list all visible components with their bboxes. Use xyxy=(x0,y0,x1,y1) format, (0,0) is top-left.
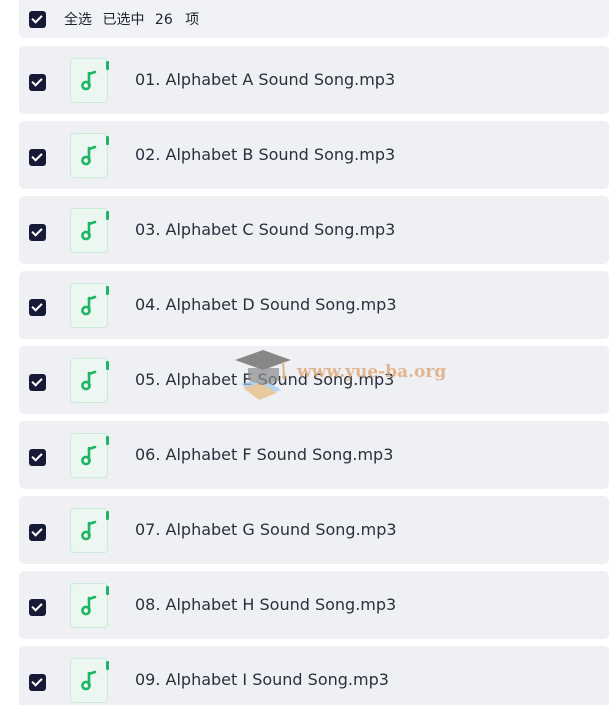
music-file-icon xyxy=(70,433,109,478)
file-checkbox[interactable] xyxy=(29,374,46,391)
select-all-label[interactable]: 全选 xyxy=(64,12,92,28)
file-name[interactable]: 01. Alphabet A Sound Song.mp3 xyxy=(135,70,395,89)
music-file-icon xyxy=(70,658,109,703)
file-row[interactable]: 07. Alphabet G Sound Song.mp3 xyxy=(19,496,609,564)
file-row[interactable]: 04. Alphabet D Sound Song.mp3 xyxy=(19,271,609,339)
file-name[interactable]: 04. Alphabet D Sound Song.mp3 xyxy=(135,295,397,314)
music-file-icon xyxy=(70,508,109,553)
file-name[interactable]: 08. Alphabet H Sound Song.mp3 xyxy=(135,595,396,614)
file-name[interactable]: 09. Alphabet I Sound Song.mp3 xyxy=(135,670,389,689)
music-file-icon xyxy=(70,283,109,328)
file-name[interactable]: 02. Alphabet B Sound Song.mp3 xyxy=(135,145,395,164)
file-checkbox[interactable] xyxy=(29,674,46,691)
music-file-icon xyxy=(70,358,109,403)
file-checkbox[interactable] xyxy=(29,599,46,616)
file-row[interactable]: 08. Alphabet H Sound Song.mp3 xyxy=(19,571,609,639)
file-row[interactable]: 02. Alphabet B Sound Song.mp3 xyxy=(19,121,609,189)
file-checkbox[interactable] xyxy=(29,224,46,241)
file-checkbox[interactable] xyxy=(29,524,46,541)
file-name[interactable]: 06. Alphabet F Sound Song.mp3 xyxy=(135,445,393,464)
file-row[interactable]: 01. Alphabet A Sound Song.mp3 xyxy=(19,46,609,114)
file-name[interactable]: 07. Alphabet G Sound Song.mp3 xyxy=(135,520,397,539)
file-name[interactable]: 03. Alphabet C Sound Song.mp3 xyxy=(135,220,395,239)
selected-count: 26 xyxy=(154,12,173,28)
selection-header: 全选 已选中 26 项 xyxy=(19,0,609,38)
file-row[interactable]: 06. Alphabet F Sound Song.mp3 xyxy=(19,421,609,489)
file-selection-list: 全选 已选中 26 项 01. Alphabet A Sound Song.mp… xyxy=(0,0,609,705)
music-file-icon xyxy=(70,583,109,628)
selected-suffix: 项 xyxy=(185,12,200,28)
file-checkbox[interactable] xyxy=(29,74,46,91)
file-checkbox[interactable] xyxy=(29,299,46,316)
file-checkbox[interactable] xyxy=(29,449,46,466)
file-checkbox[interactable] xyxy=(29,149,46,166)
music-file-icon xyxy=(70,208,109,253)
file-name[interactable]: 05. Alphabet E Sound Song.mp3 xyxy=(135,370,394,389)
selection-summary: 全选 已选中 26 项 xyxy=(64,9,205,29)
music-file-icon xyxy=(70,58,109,103)
file-row[interactable]: 05. Alphabet E Sound Song.mp3 xyxy=(19,346,609,414)
file-row[interactable]: 09. Alphabet I Sound Song.mp3 xyxy=(19,646,609,705)
file-row[interactable]: 03. Alphabet C Sound Song.mp3 xyxy=(19,196,609,264)
selected-prefix: 已选中 xyxy=(102,12,145,28)
music-file-icon xyxy=(70,133,109,178)
select-all-checkbox[interactable] xyxy=(29,11,46,28)
